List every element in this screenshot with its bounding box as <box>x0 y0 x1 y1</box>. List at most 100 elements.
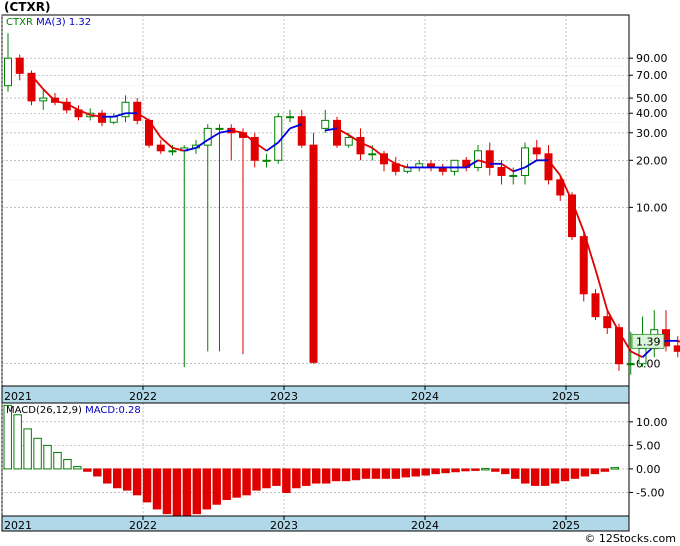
macd-bar <box>481 467 490 471</box>
macd-bar <box>501 468 510 475</box>
macd-bar <box>262 468 271 489</box>
macd-bar <box>411 468 420 477</box>
candle-body <box>309 144 318 363</box>
y-tick-label: 70.00 <box>636 69 668 82</box>
macd-bar <box>491 468 500 472</box>
macd-x-tick-label: 2022 <box>129 519 157 532</box>
macd-bar <box>93 468 102 477</box>
macd-bar <box>570 468 580 479</box>
macd-bar <box>172 468 182 517</box>
macd-bar <box>312 468 321 484</box>
macd-bar <box>361 468 371 479</box>
macd-bar <box>23 428 32 470</box>
macd-bar <box>401 468 411 478</box>
candle-body <box>673 345 680 352</box>
macd-bar <box>550 468 560 484</box>
macd-bar <box>292 468 301 489</box>
x-tick-label: 2021 <box>4 390 32 403</box>
macd-legend: MACD(26,12,9) MACD:0.28 <box>6 405 141 416</box>
candle-body <box>156 144 165 152</box>
x-tick-label: 2025 <box>552 390 580 403</box>
macd-bar <box>252 468 261 491</box>
macd-bar <box>182 468 192 517</box>
macd-bar <box>142 468 152 503</box>
candle-body <box>215 127 224 130</box>
y-tick-label: 50.00 <box>636 92 668 105</box>
macd-bar <box>302 468 311 486</box>
last-price-label: 1.39 <box>636 335 661 348</box>
candle-body <box>4 57 12 87</box>
macd-bar <box>232 468 241 498</box>
macd-panel-frame <box>1 402 630 517</box>
y-tick-label: 20.00 <box>636 154 668 167</box>
y-tick-label: 10.00 <box>636 201 668 214</box>
macd-bar <box>590 468 600 475</box>
macd-bar <box>83 468 92 472</box>
macd-bar <box>600 468 610 472</box>
macd-bar <box>122 468 132 491</box>
macd-bar <box>331 468 341 482</box>
candle-body <box>344 136 353 146</box>
macd-x-tick-label: 2023 <box>270 519 298 532</box>
candle-body <box>603 316 612 329</box>
candle-body <box>98 112 106 123</box>
y-tick-label: 90.00 <box>636 52 668 65</box>
candle-body <box>485 150 494 168</box>
macd-bar <box>441 468 450 474</box>
candle-body <box>368 153 377 156</box>
macd-bar <box>610 467 620 470</box>
macd-x-tick-label: 2021 <box>4 519 32 532</box>
macd-bar <box>540 468 550 486</box>
macd-bar <box>381 468 391 479</box>
macd-bar <box>351 468 361 481</box>
macd-bar <box>53 451 62 470</box>
macd-y-tick-label: 5.00 <box>636 439 661 452</box>
macd-bar <box>162 468 172 515</box>
macd-bar <box>132 468 142 496</box>
candle-body <box>450 159 459 172</box>
candle-body <box>133 101 142 121</box>
candle-body <box>521 147 529 176</box>
candle-body <box>474 150 482 168</box>
macd-bar <box>421 468 430 476</box>
macd-bar <box>341 468 351 482</box>
candle-body <box>497 166 506 176</box>
macd-bar <box>282 468 291 493</box>
macd-bar <box>103 468 112 484</box>
macd-bar <box>272 468 281 486</box>
macd-bar <box>212 468 221 505</box>
macd-bar <box>520 468 530 484</box>
macd-bar <box>391 468 401 479</box>
macd-bar <box>471 468 480 471</box>
candle-body <box>333 119 341 146</box>
x-tick-label: 2023 <box>270 390 298 403</box>
candle-body <box>544 153 553 181</box>
candle-body <box>626 363 635 366</box>
macd-bar <box>202 468 211 510</box>
macd-bar <box>152 468 162 510</box>
macd-bar <box>530 468 540 486</box>
price-legend: CTXR MA(3) 1.32 <box>6 17 91 28</box>
x-axis-band <box>1 385 630 404</box>
macd-bar <box>13 414 22 470</box>
macd-bar <box>511 468 520 479</box>
macd-bar <box>461 468 470 472</box>
macd-bar <box>431 468 440 475</box>
macd-bar <box>242 468 251 496</box>
x-tick-label: 2024 <box>411 390 439 403</box>
macd-x-axis-band <box>1 515 630 532</box>
candle-body <box>579 236 588 295</box>
x-tick-label: 2022 <box>129 390 157 403</box>
candle-body <box>39 97 48 102</box>
macd-x-tick-label: 2025 <box>552 519 580 532</box>
candle-body <box>297 116 306 146</box>
candle-body <box>591 293 600 318</box>
candle-body <box>262 159 271 162</box>
candle-body <box>509 174 518 177</box>
macd-bar <box>321 468 331 484</box>
macd-bar <box>43 444 52 470</box>
macd-bar <box>112 468 122 489</box>
macd-y-tick-label: -5.00 <box>636 486 664 499</box>
macd-y-tick-label: 0.00 <box>636 463 661 476</box>
candle-body <box>286 116 294 119</box>
